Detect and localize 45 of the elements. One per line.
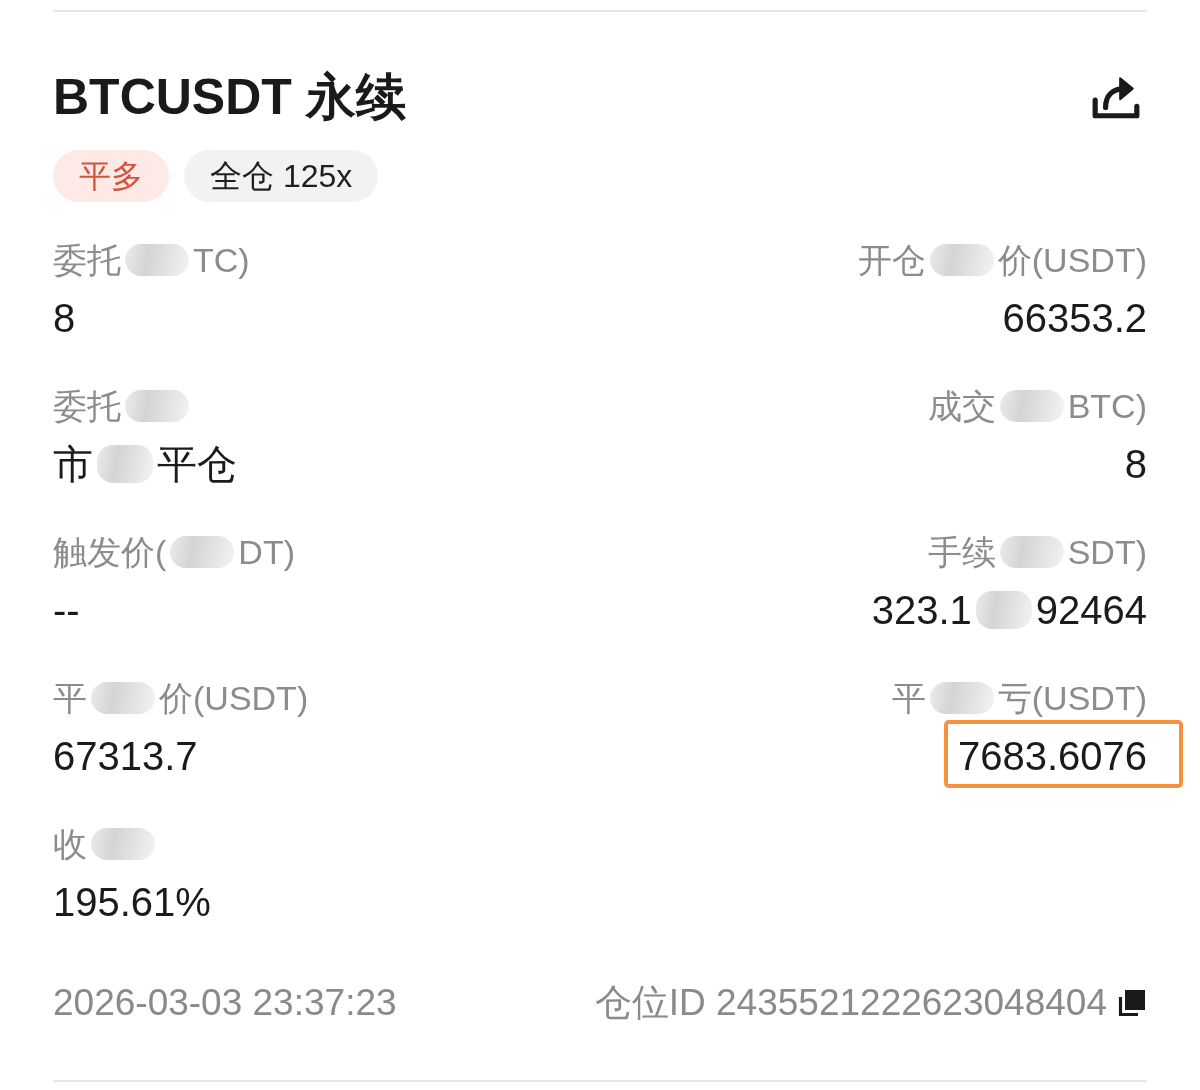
field-label: SDT) xyxy=(1067,532,1147,573)
field-label: 平 xyxy=(891,678,926,719)
redaction-smudge xyxy=(170,536,235,568)
field-label: 成交 xyxy=(927,386,996,427)
copy-icon[interactable] xyxy=(1117,988,1147,1018)
field-label: 价(USDT) xyxy=(159,678,309,719)
field-value: 7683.6076 xyxy=(957,733,1147,780)
redaction-smudge xyxy=(999,536,1064,568)
field-label: BTC) xyxy=(1067,386,1147,427)
redaction-smudge xyxy=(929,244,994,276)
field-label: 价(USDT) xyxy=(997,240,1147,281)
field-label: 委托 xyxy=(53,386,121,427)
field-value: 67313.7 xyxy=(53,733,198,780)
field-value: 195.61% xyxy=(53,879,211,926)
redaction-smudge xyxy=(929,682,994,714)
direction-tag: 平多 xyxy=(53,150,169,202)
position-id: 仓位ID 2435521222623048404 xyxy=(594,981,1107,1025)
field-label: TC) xyxy=(193,240,250,281)
field-value: 8 xyxy=(53,295,76,342)
timestamp: 2026-03-03 23:37:23 xyxy=(53,982,397,1024)
contract-title: BTCUSDT 永续 xyxy=(53,68,406,127)
redaction-smudge xyxy=(91,828,155,860)
field-label: 委托 xyxy=(53,240,121,281)
field-label: 手续 xyxy=(927,532,996,573)
field-label: 触发价( xyxy=(53,532,167,573)
redaction-smudge xyxy=(975,591,1032,629)
redaction-smudge xyxy=(999,390,1064,422)
redaction-smudge xyxy=(97,445,153,483)
field-label: 开仓 xyxy=(857,240,926,281)
redaction-smudge xyxy=(125,390,189,422)
redaction-smudge xyxy=(91,682,155,714)
field-label: 亏(USDT) xyxy=(997,678,1147,719)
field-value: 92464 xyxy=(1035,587,1147,634)
field-value: 323.1 xyxy=(871,587,972,634)
field-value: 市 xyxy=(53,441,93,488)
share-icon[interactable] xyxy=(1091,74,1141,120)
field-value: 8 xyxy=(1124,441,1147,488)
field-value: 平仓 xyxy=(157,441,237,488)
redaction-smudge xyxy=(125,244,189,276)
field-value: 66353.2 xyxy=(1002,295,1147,342)
field-label: 收 xyxy=(53,824,87,865)
field-value: -- xyxy=(53,587,80,634)
field-label: DT) xyxy=(238,532,295,573)
margin-mode-tag: 全仓 125x xyxy=(184,150,379,202)
field-label: 平 xyxy=(53,678,87,719)
